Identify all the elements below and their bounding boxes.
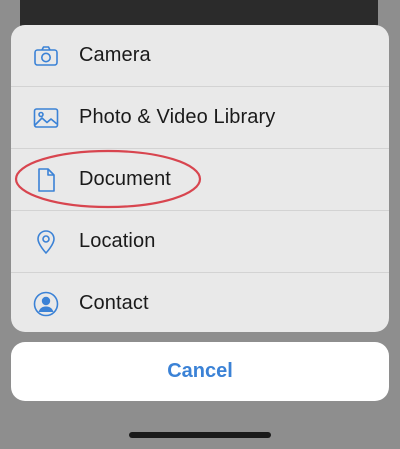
action-document-label: Document — [79, 168, 171, 190]
contact-icon — [32, 290, 60, 318]
action-photo-video-library-label: Photo & Video Library — [79, 106, 276, 128]
action-contact-label: Contact — [79, 292, 149, 314]
photo-library-icon — [32, 104, 60, 132]
action-document[interactable]: Document — [11, 149, 389, 210]
action-photo-video-library[interactable]: Photo & Video Library — [11, 87, 389, 148]
action-camera[interactable]: Camera — [11, 25, 389, 86]
home-indicator — [129, 432, 271, 438]
cancel-label: Cancel — [167, 360, 233, 382]
cancel-button[interactable]: Cancel — [11, 342, 389, 401]
camera-icon — [32, 42, 60, 70]
location-pin-icon — [32, 228, 60, 256]
action-contact[interactable]: Contact — [11, 273, 389, 332]
action-camera-label: Camera — [79, 44, 151, 66]
document-icon — [32, 166, 60, 194]
attachment-action-sheet: Camera Photo & Video Library Document Lo… — [11, 25, 389, 332]
action-location-label: Location — [79, 230, 156, 252]
action-location[interactable]: Location — [11, 211, 389, 272]
